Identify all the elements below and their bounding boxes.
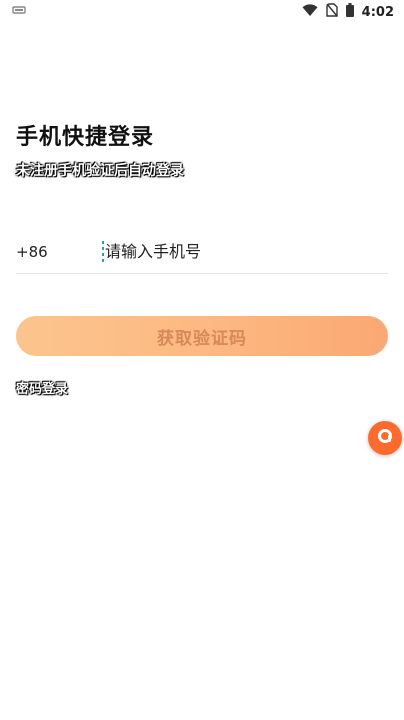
phone-input-row: +86 bbox=[16, 230, 388, 274]
status-bar: 4:02 bbox=[0, 0, 404, 24]
page-subtitle: 未注册手机验证后自动登录 bbox=[16, 163, 184, 179]
text-cursor bbox=[102, 240, 104, 263]
status-time: 4:02 bbox=[361, 4, 394, 20]
assistant-icon bbox=[376, 427, 394, 449]
phone-input[interactable] bbox=[105, 236, 388, 267]
battery-icon bbox=[345, 3, 354, 21]
no-sim-icon bbox=[325, 3, 338, 21]
get-code-button[interactable]: 获取验证码 bbox=[16, 316, 388, 356]
wifi-icon bbox=[302, 3, 318, 21]
password-login-link[interactable]: 密码登录 bbox=[16, 378, 68, 397]
page-title: 手机快捷登录 bbox=[16, 125, 155, 150]
notification-icon bbox=[12, 4, 26, 20]
login-screen: 4:02 手机快捷登录 未注册手机验证后自动登录 +86 获取验证码 密码登录 bbox=[0, 0, 404, 720]
country-code[interactable]: +86 bbox=[16, 243, 102, 261]
floating-assistant-button[interactable] bbox=[368, 421, 402, 455]
